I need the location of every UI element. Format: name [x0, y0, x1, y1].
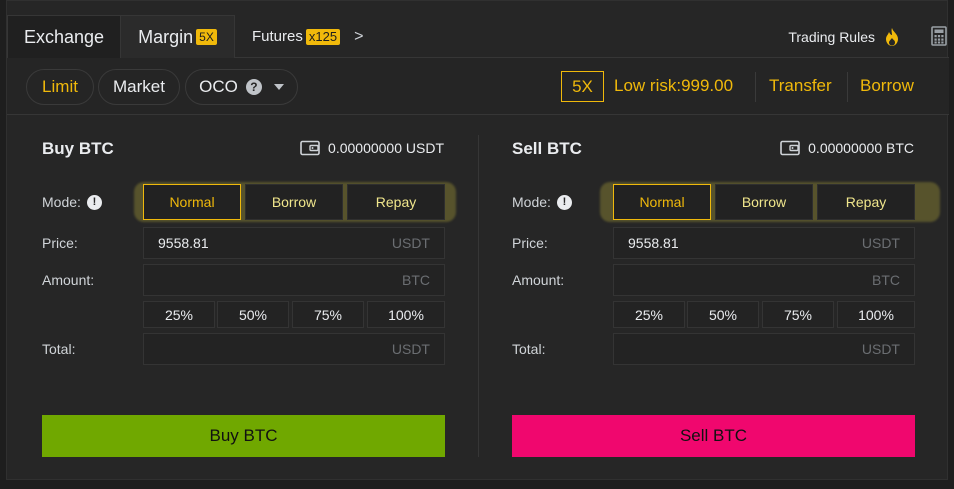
sell-pct-100[interactable]: 100% — [837, 301, 915, 328]
market-tabs: Exchange Margin 5X Futures x125 > Tradin… — [7, 15, 949, 58]
buy-price-unit: USDT — [391, 235, 430, 251]
sell-amount-unit: BTC — [872, 272, 900, 288]
wallet-icon — [300, 140, 320, 156]
sell-mode-borrow[interactable]: Borrow — [715, 184, 813, 220]
buy-amount-unit: BTC — [402, 272, 430, 288]
buy-total-unit: USDT — [391, 341, 430, 357]
tab-futures-label: Futures — [252, 28, 303, 45]
divider — [847, 72, 848, 102]
buy-mode-selector: Normal Borrow Repay — [143, 184, 445, 220]
sell-mode-normal[interactable]: Normal — [613, 184, 711, 220]
order-type-limit[interactable]: Limit — [26, 69, 94, 105]
buy-amount-label: Amount: — [42, 272, 95, 288]
buy-percent-selector: 25% 50% 75% 100% — [143, 301, 445, 328]
info-icon[interactable]: ! — [86, 194, 102, 210]
buy-mode-repay[interactable]: Repay — [347, 184, 445, 220]
margin-leverage-badge: 5X — [196, 29, 217, 45]
buy-price-input[interactable]: 9558.81 USDT — [143, 227, 445, 259]
sell-total-label: Total: — [512, 341, 546, 357]
sell-price-input[interactable]: 9558.81 USDT — [613, 227, 915, 259]
buy-mode-normal[interactable]: Normal — [143, 184, 241, 220]
sell-price-unit: USDT — [861, 235, 900, 251]
caret-down-icon — [273, 84, 284, 90]
buy-total-input[interactable]: USDT — [143, 333, 445, 365]
sell-pct-75[interactable]: 75% — [762, 301, 834, 328]
sell-mode-selector: Normal Borrow Repay — [613, 184, 915, 220]
buy-amount-input[interactable]: BTC — [143, 264, 445, 296]
sell-btc-button[interactable]: Sell BTC — [512, 415, 915, 457]
tab-futures[interactable]: Futures x125 > — [252, 15, 382, 58]
tab-margin-label: Margin — [138, 26, 194, 47]
buy-pct-25[interactable]: 25% — [143, 301, 215, 328]
sell-mode-label: Mode: ! — [512, 194, 572, 210]
oco-label: OCO — [199, 77, 238, 96]
buy-pct-75[interactable]: 75% — [292, 301, 364, 328]
tab-exchange-label: Exchange — [23, 26, 105, 47]
buy-price-label: Price: — [42, 235, 78, 251]
divider — [755, 72, 756, 102]
buy-mode-label: Mode: ! — [42, 194, 102, 210]
margin-trade-widget: Exchange Margin 5X Futures x125 > Tradin… — [6, 0, 949, 481]
help-icon[interactable]: ? — [245, 79, 262, 95]
sell-total-unit: USDT — [861, 341, 900, 357]
trading-rules-link[interactable]: Trading Rules — [788, 27, 901, 47]
info-icon[interactable]: ! — [556, 194, 572, 210]
buy-btc-button[interactable]: Buy BTC — [42, 415, 445, 457]
fire-icon — [886, 28, 898, 46]
order-type-market[interactable]: Market — [98, 69, 180, 105]
futures-leverage-badge: x125 — [305, 28, 341, 45]
mode-label-text: Mode: — [512, 194, 551, 210]
order-type-oco-dropdown[interactable]: OCO ? — [185, 69, 298, 105]
leverage-button[interactable]: 5X — [561, 71, 604, 102]
buy-panel: Buy BTC 0.00000000 USDT Mode: ! Normal B… — [7, 115, 477, 481]
buy-pct-100[interactable]: 100% — [367, 301, 445, 328]
sell-balance-value: 0.00000000 BTC — [808, 140, 914, 156]
sell-price-label: Price: — [512, 235, 548, 251]
mode-label-text: Mode: — [42, 194, 81, 210]
buy-price-value: 9558.81 — [158, 235, 209, 251]
sell-pct-25[interactable]: 25% — [613, 301, 685, 328]
sell-total-input[interactable]: USDT — [613, 333, 915, 365]
buy-total-label: Total: — [42, 341, 76, 357]
risk-level: Low risk:999.00 — [614, 76, 734, 95]
sell-pct-50[interactable]: 50% — [687, 301, 759, 328]
tab-exchange[interactable]: Exchange — [7, 15, 121, 58]
sell-mode-repay[interactable]: Repay — [817, 184, 915, 220]
sell-balance: 0.00000000 BTC — [780, 140, 914, 156]
buy-pct-50[interactable]: 50% — [217, 301, 289, 328]
buy-mode-borrow[interactable]: Borrow — [245, 184, 343, 220]
order-type-bar: Limit Market OCO ? 5X Low risk:999.00 Tr… — [7, 58, 949, 115]
buy-balance: 0.00000000 USDT — [300, 140, 444, 156]
chevron-right-icon[interactable]: > — [354, 28, 363, 46]
trading-rules-label: Trading Rules — [788, 29, 875, 45]
borrow-link[interactable]: Borrow — [860, 76, 914, 96]
sell-title: Sell BTC — [512, 139, 582, 158]
buy-title: Buy BTC — [42, 139, 114, 158]
transfer-link[interactable]: Transfer — [769, 76, 832, 96]
sell-amount-input[interactable]: BTC — [613, 264, 915, 296]
calculator-icon[interactable] — [931, 26, 947, 46]
sell-percent-selector: 25% 50% 75% 100% — [613, 301, 915, 328]
sell-price-value: 9558.81 — [628, 235, 679, 251]
tab-margin[interactable]: Margin 5X — [121, 15, 235, 58]
wallet-icon — [780, 140, 800, 156]
sell-amount-label: Amount: — [512, 272, 565, 288]
sell-panel: Sell BTC 0.00000000 BTC Mode: ! Normal B… — [477, 115, 947, 481]
buy-balance-value: 0.00000000 USDT — [328, 140, 444, 156]
